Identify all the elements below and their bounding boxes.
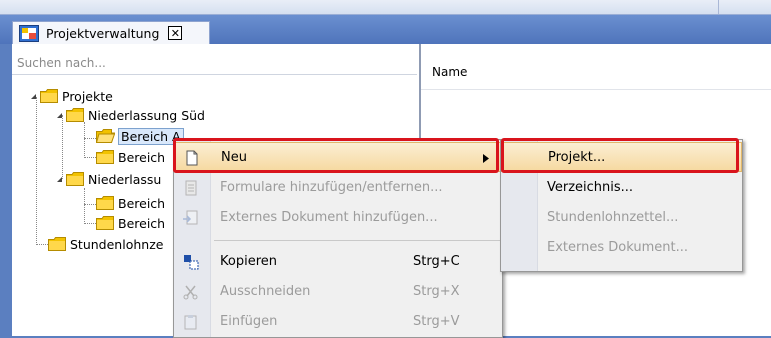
close-icon[interactable]: ✕ xyxy=(168,26,183,40)
open-folder-icon xyxy=(96,129,115,143)
submenu-neu: Projekt... Verzeichnis... Stundenlohnzet… xyxy=(500,139,743,272)
top-strip-divider xyxy=(718,0,719,14)
menu-item-label: Externes Dokument... xyxy=(547,240,688,255)
folder-icon xyxy=(96,196,114,210)
tree-line xyxy=(36,244,48,245)
menu-item-label: Kopieren xyxy=(220,254,277,269)
copy-icon xyxy=(184,255,199,270)
menu-item-neu[interactable]: Neu xyxy=(174,142,502,172)
folder-icon xyxy=(66,172,84,186)
tree-item-label: Stundenlohnze xyxy=(70,236,164,252)
column-header-label: Name xyxy=(432,65,468,79)
tree-line xyxy=(84,223,96,224)
tree-item-bereich-c[interactable]: Bereich xyxy=(96,194,165,212)
menu-item-label: Externes Dokument hinzufügen... xyxy=(220,210,438,225)
context-menu: Neu Formulare hinzufügen/entfernen... Ex… xyxy=(173,139,503,338)
tree-line xyxy=(36,97,37,245)
folder-icon xyxy=(66,108,84,122)
tree-line xyxy=(84,157,96,158)
tab-label: Projektverwaltung xyxy=(46,25,160,41)
submenu-item-verzeichnis[interactable]: Verzeichnis... xyxy=(501,173,742,203)
submenu-item-projekt[interactable]: Projekt... xyxy=(501,142,742,172)
paste-icon xyxy=(184,315,197,330)
tree-item-label: Bereich xyxy=(118,149,166,165)
tree-line xyxy=(84,188,85,224)
submenu-item-stundenlohnzettel[interactable]: Stundenlohnzettel... xyxy=(501,203,742,233)
form-icon xyxy=(185,180,197,196)
menu-item-externes-dokument[interactable]: Externes Dokument hinzufügen... xyxy=(174,203,502,233)
folder-icon xyxy=(40,89,58,103)
menu-item-ausschneiden[interactable]: Ausschneiden Strg+X xyxy=(174,277,502,307)
tree-item-bereich-b[interactable]: Bereich xyxy=(96,148,165,166)
menu-item-label: Ausschneiden xyxy=(220,284,311,299)
tree-line xyxy=(84,138,96,139)
menu-item-kopieren[interactable]: Kopieren Strg+C xyxy=(174,247,502,277)
expand-arrow-icon[interactable] xyxy=(30,93,37,100)
tree-item-bereich-a[interactable]: Bereich A xyxy=(96,127,184,145)
tree-line xyxy=(84,122,85,158)
tree-item-label: Niederlassung Süd xyxy=(88,107,205,123)
tab-projektverwaltung[interactable]: Projektverwaltung ✕ xyxy=(12,21,210,44)
folder-icon xyxy=(48,237,66,251)
folder-icon xyxy=(96,216,114,230)
project-manager-icon xyxy=(19,24,39,42)
submenu-item-externes-dokument[interactable]: Externes Dokument... xyxy=(501,233,742,263)
folder-icon xyxy=(96,150,114,164)
tree-line xyxy=(84,204,96,205)
scissors-icon xyxy=(183,285,198,300)
expand-arrow-icon[interactable] xyxy=(56,176,63,183)
tree-item-projekte[interactable]: Projekte xyxy=(30,87,113,105)
tree-item-label: Bereich xyxy=(118,195,166,211)
submenu-arrow-icon xyxy=(483,152,489,167)
window-top-strip xyxy=(0,0,771,15)
tree-item-label: Niederlassu xyxy=(88,171,162,187)
tree-item-niederlassung-2[interactable]: Niederlassu xyxy=(56,170,161,188)
menu-item-shortcut: Strg+V xyxy=(413,314,460,329)
menu-item-label: Projekt... xyxy=(548,150,606,165)
menu-item-shortcut: Strg+X xyxy=(413,284,460,299)
menu-item-formulare[interactable]: Formulare hinzufügen/entfernen... xyxy=(174,173,502,203)
menu-item-label: Stundenlohnzettel... xyxy=(547,210,679,225)
expand-arrow-icon[interactable] xyxy=(56,112,63,119)
external-document-icon xyxy=(183,210,198,225)
menu-item-label: Neu xyxy=(221,150,247,165)
tree-item-niederlassung-sued[interactable]: Niederlassung Süd xyxy=(56,106,205,124)
new-document-icon xyxy=(186,150,198,166)
menu-item-shortcut: Strg+C xyxy=(413,254,460,269)
tree-item-label: Bereich xyxy=(118,215,166,231)
menu-separator xyxy=(214,240,500,241)
column-header-name[interactable]: Name xyxy=(421,53,771,90)
menu-item-einfuegen[interactable]: Einfügen Strg+V xyxy=(174,307,502,337)
tree-item-label: Projekte xyxy=(62,88,113,104)
tree-item-bereich-d[interactable]: Bereich xyxy=(96,214,165,232)
search-input[interactable]: Suchen nach... xyxy=(12,53,417,75)
tree-item-stundenlohnzettel[interactable]: Stundenlohnze xyxy=(48,235,163,253)
menu-item-label: Verzeichnis... xyxy=(547,180,634,195)
menu-item-label: Formulare hinzufügen/entfernen... xyxy=(220,180,443,195)
menu-item-label: Einfügen xyxy=(220,314,278,329)
